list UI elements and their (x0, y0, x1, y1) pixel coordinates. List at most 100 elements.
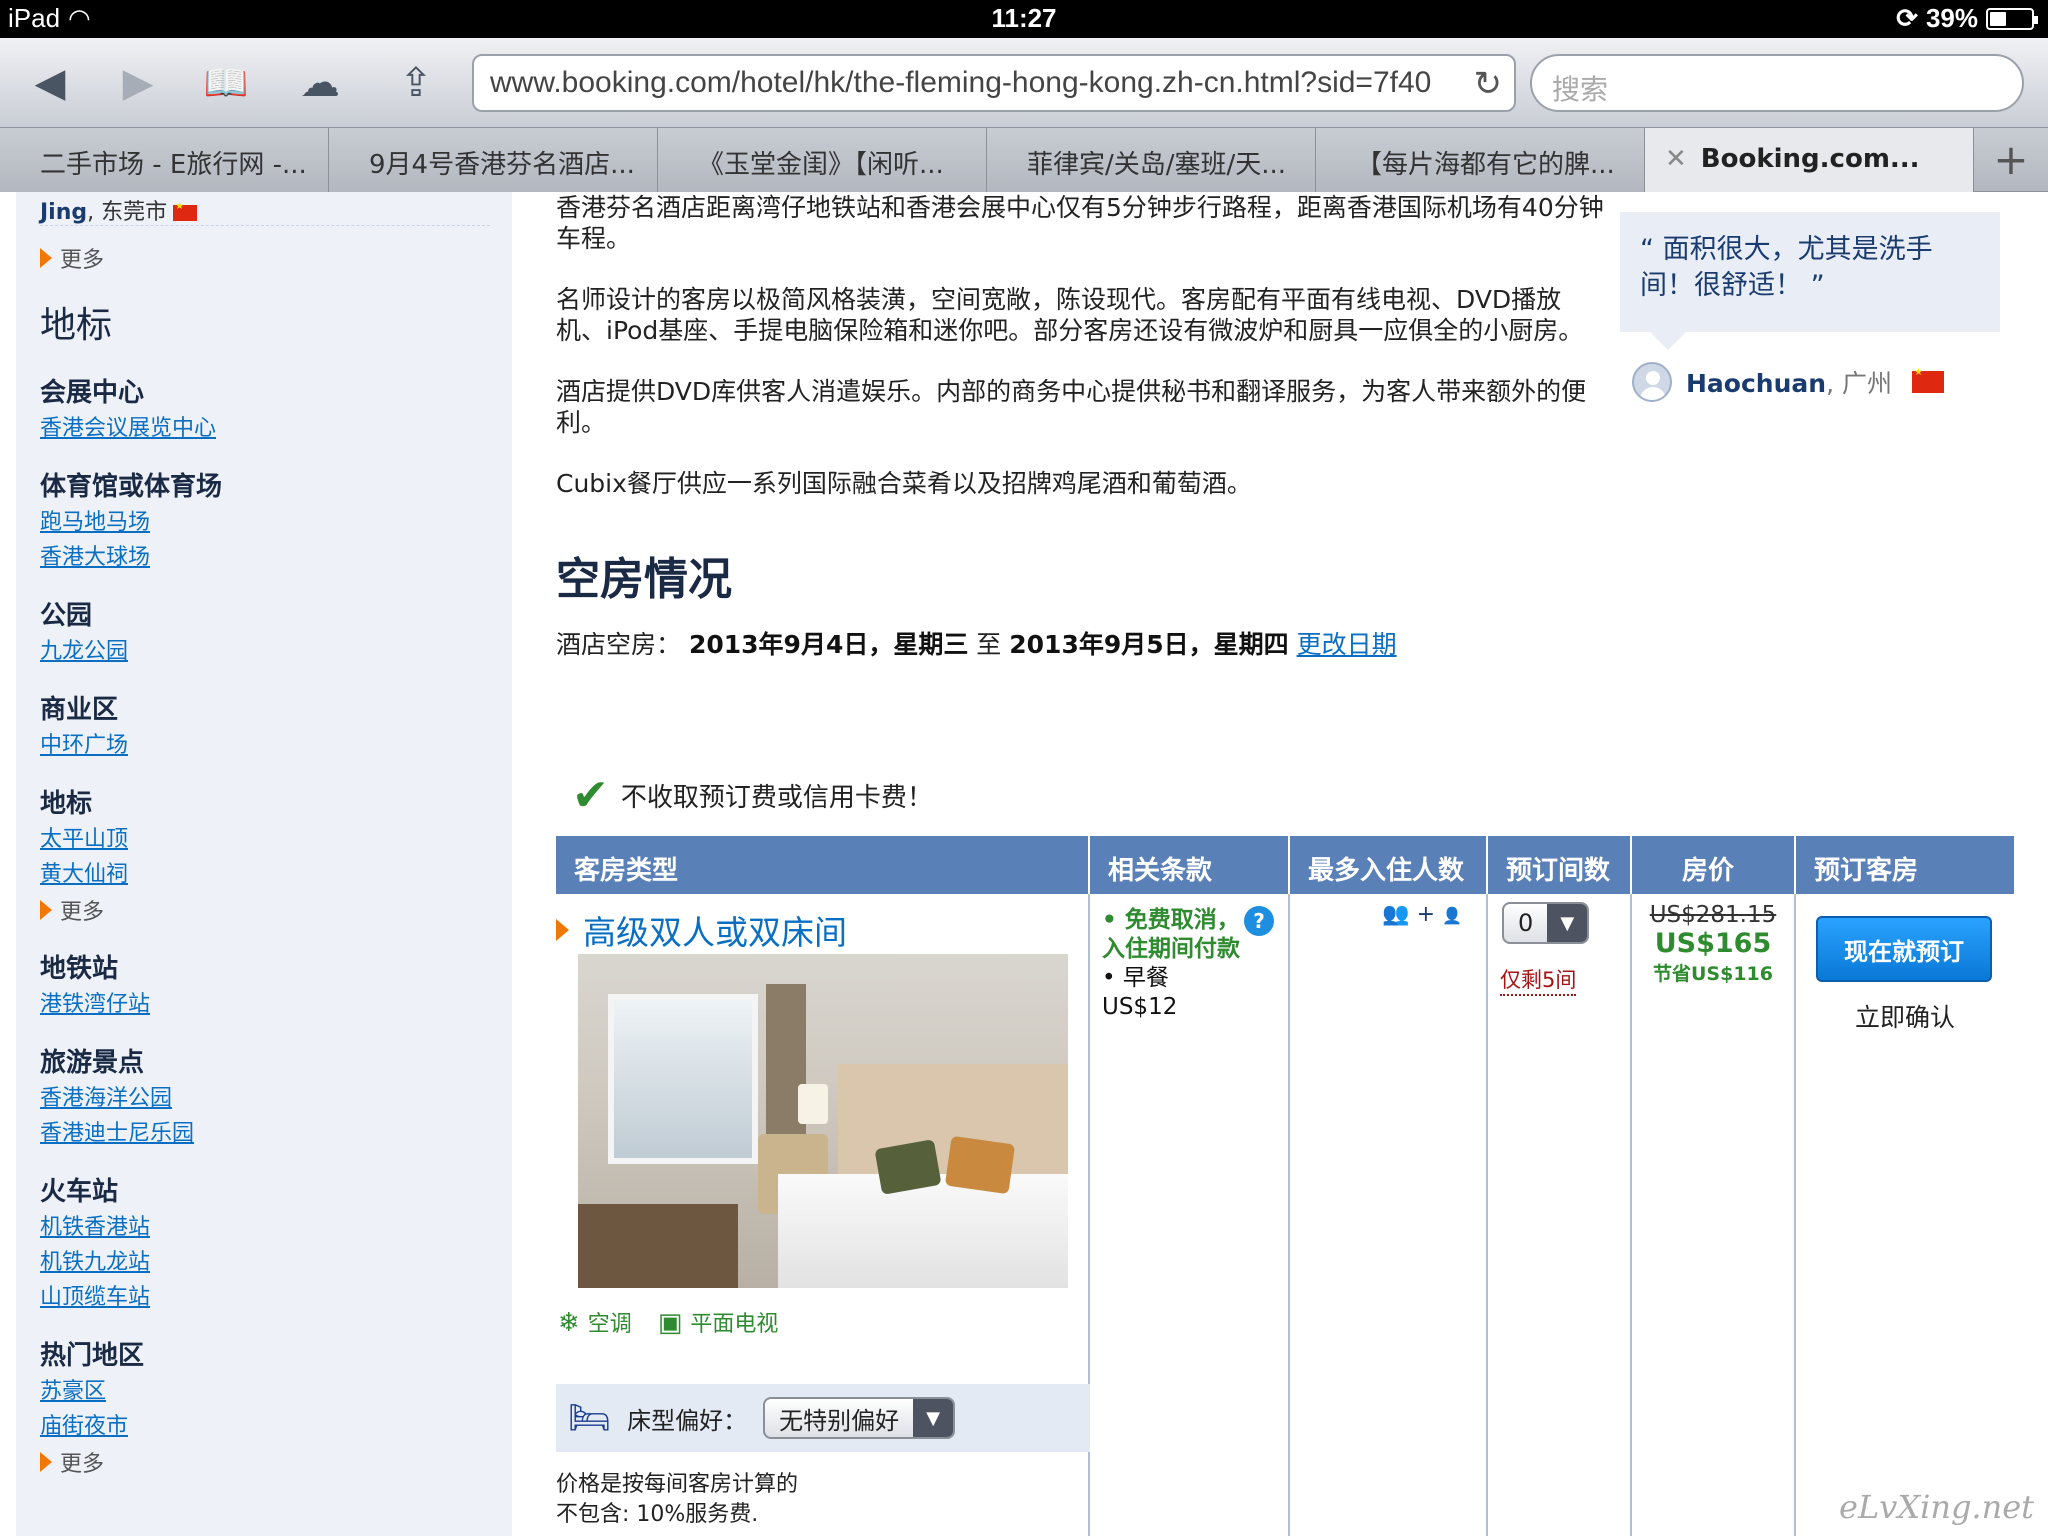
category-stadium: 体育馆或体育场 跑马地马场 香港大球场 (40, 466, 490, 575)
bed-preference-value: 无特别偏好 (779, 1406, 900, 1435)
landmark-link[interactable]: 机铁香港站 (40, 1210, 490, 1245)
tab-5[interactable]: 【每片海都有它的脾... (1316, 128, 1645, 192)
chevron-down-icon: ▼ (1547, 904, 1588, 942)
category-popular-area: 热门地区 苏豪区 庙街夜市 更多 (40, 1335, 490, 1480)
original-price: US$281.15 (1649, 902, 1777, 928)
category-title: 商业区 (40, 695, 119, 725)
browser-toolbar: ◀ ▶ 📖 ☁ ⇪ www.booking.com/hotel/hk/the-f… (0, 38, 2048, 128)
reload-icon[interactable]: ↻ (1474, 64, 1503, 104)
icloud-cloud-icon[interactable]: ☁ (292, 58, 348, 108)
rotation-lock-icon: ⟳ (1896, 3, 1918, 33)
orange-triangle-icon (556, 919, 569, 941)
photo-pillow (944, 1135, 1016, 1195)
availability-label: 酒店空房： (556, 630, 682, 659)
close-tab-icon[interactable]: ✕ (1665, 144, 1687, 174)
tab-bar: 二手市场 - E旅行网 -... 9月4号香港芬名酒店... 《玉堂金闺》【闲听… (0, 128, 2048, 192)
tab-2[interactable]: 9月4号香港芬名酒店... (329, 128, 658, 192)
no-fee-text: 不收取预订费或信用卡费！ (620, 783, 933, 813)
bed-preference-select[interactable]: 无特别偏好 ▼ (763, 1397, 956, 1439)
landmark-link[interactable]: 香港会议展览中心 (40, 411, 490, 446)
category-title: 火车站 (40, 1177, 119, 1207)
price-cell: US$281.15 US$165 节省US$116 (1632, 894, 1796, 1536)
sidebar-reviewer-city: , 东莞市 (87, 200, 168, 225)
bed-preference: 🛏 床型偏好： 无特别偏好 ▼ (556, 1384, 1090, 1452)
instant-confirm: 立即确认 (1854, 1003, 1955, 1032)
quote-pointer (1650, 332, 1686, 350)
url-field[interactable]: www.booking.com/hotel/hk/the-fleming-hon… (472, 54, 1516, 112)
back-arrow-icon[interactable]: ◀ (22, 58, 78, 108)
help-question-icon[interactable]: ? (1244, 906, 1274, 936)
description-paragraph: Cubix餐厅供应一系列国际融合菜肴以及招牌鸡尾酒和葡萄酒。 (556, 469, 1252, 498)
room-name: 高级双人或双床间 (583, 913, 847, 952)
book-now-button[interactable]: 现在就预订 (1816, 916, 1992, 982)
chevron-down-icon: ▼ (913, 1399, 954, 1437)
rooms-cell: 0 ▼ 仅剩5间 (1488, 894, 1632, 1536)
category-title: 地标 (40, 789, 93, 819)
share-icon[interactable]: ⇪ (388, 58, 444, 108)
policies-cell: • 免费取消，入住期间付款 • 早餐 US$12 ? (1090, 894, 1290, 1536)
price-note-line1: 价格是按每间客房计算的 (556, 1472, 799, 1497)
landmark-link[interactable]: 山顶缆车站 (40, 1280, 490, 1315)
landmark-link[interactable]: 跑马地马场 (40, 505, 490, 540)
landmark-link[interactable]: 黄大仙祠 (40, 857, 490, 892)
new-tab-plus-icon[interactable]: + (1974, 128, 2048, 191)
category-park: 公园 九龙公园 (40, 595, 490, 669)
tab-3[interactable]: 《玉堂金闺》【闲听... (658, 128, 987, 192)
landmark-link[interactable]: 中环广场 (40, 728, 490, 763)
hotel-description: 香港芬名酒店距离湾仔地铁站和香港会展中心仅有5分钟步行路程，距离香港国际机场有4… (556, 192, 1608, 661)
orange-triangle-icon (40, 248, 52, 268)
sidebar: Jing, 东莞市 更多 地标 会展中心 香港会议展览中心 体育馆或体育场 跑马… (16, 192, 512, 1536)
landmark-link[interactable]: 苏豪区 (40, 1374, 490, 1409)
tab-active-booking[interactable]: ✕ Booking.com... (1645, 128, 1974, 192)
landmark-link[interactable]: 香港迪士尼乐园 (40, 1116, 490, 1151)
bookmarks-book-icon[interactable]: 📖 (198, 58, 254, 108)
header-policies: 相关条款 (1090, 836, 1290, 894)
facility-tv: ▣ 平面电视 (658, 1306, 779, 1338)
landmark-link[interactable]: 香港海洋公园 (40, 1081, 490, 1116)
photo-bed (778, 1174, 1068, 1288)
tv-icon: ▣ (657, 1308, 683, 1338)
photo-window (608, 994, 758, 1164)
landmark-link[interactable]: 太平山顶 (40, 822, 490, 857)
to-word: 至 (976, 630, 1002, 659)
landmarks-heading: 地标 (40, 305, 113, 346)
url-text: www.booking.com/hotel/hk/the-fleming-hon… (490, 66, 1432, 99)
search-input[interactable]: 搜索 (1530, 54, 2024, 112)
room-table: 客房类型 相关条款 最多入住人数 预订间数 房价 预订客房 高级双人或双床间 ❄… (556, 836, 2014, 1536)
description-paragraph: 酒店提供DVD库供客人消遣娱乐。内部的商务中心提供秘书和翻译服务，为客人带来额外… (556, 377, 1587, 437)
occupancy-plus: + (1416, 902, 1436, 927)
more-link-areas[interactable]: 更多 (40, 1444, 490, 1480)
change-dates-link[interactable]: 更改日期 (1297, 630, 1397, 659)
room-quantity-select[interactable]: 0 ▼ (1502, 902, 1590, 944)
more-label: 更多 (60, 1452, 105, 1477)
free-cancel-policy: • 免费取消，入住期间付款 (1102, 907, 1240, 962)
room-type-cell: 高级双人或双床间 ❄ 空调 ▣ 平面电视 🛏 床型偏好： 无特别偏好 ▼ 价格是… (556, 894, 1090, 1536)
more-label: 更多 (60, 900, 105, 925)
landmark-link[interactable]: 庙街夜市 (40, 1409, 490, 1444)
landmark-link[interactable]: 机铁九龙站 (40, 1245, 490, 1280)
battery-percent: 39% (1925, 3, 1978, 33)
landmark-link[interactable]: 九龙公园 (40, 634, 490, 669)
two-adults-icon: 👥 (1382, 902, 1410, 927)
room-photo[interactable] (578, 954, 1068, 1288)
category-landmark: 地标 太平山顶 黄大仙祠 更多 (40, 783, 490, 928)
photo-desk (578, 1204, 738, 1288)
tab-4[interactable]: 菲律宾/关岛/塞班/天... (987, 128, 1316, 192)
avatar-icon (1632, 362, 1672, 402)
more-link-reviews[interactable]: 更多 (40, 240, 490, 276)
landmark-link[interactable]: 香港大球场 (40, 540, 490, 575)
more-link-landmarks[interactable]: 更多 (40, 892, 490, 928)
battery-fill (1990, 11, 2006, 26)
tab-1[interactable]: 二手市场 - E旅行网 -... (0, 128, 329, 192)
category-title: 热门地区 (40, 1341, 145, 1371)
checkin-date: 2013年9月4日，星期三 (688, 630, 969, 659)
room-name-link[interactable]: 高级双人或双床间 (556, 906, 847, 954)
no-fee-notice: ✔ 不收取预订费或信用卡费！ (572, 770, 933, 821)
landmark-link[interactable]: 港铁湾仔站 (40, 987, 490, 1022)
bed-preference-label: 床型偏好： (627, 1406, 748, 1435)
watermark: eLvXing.net (1839, 1488, 2034, 1526)
checkmark-icon: ✔ (572, 770, 609, 821)
availability-heading: 空房情况 (556, 554, 732, 605)
forward-arrow-icon[interactable]: ▶ (110, 58, 166, 108)
review-user-city: , 广州 (1826, 369, 1892, 398)
